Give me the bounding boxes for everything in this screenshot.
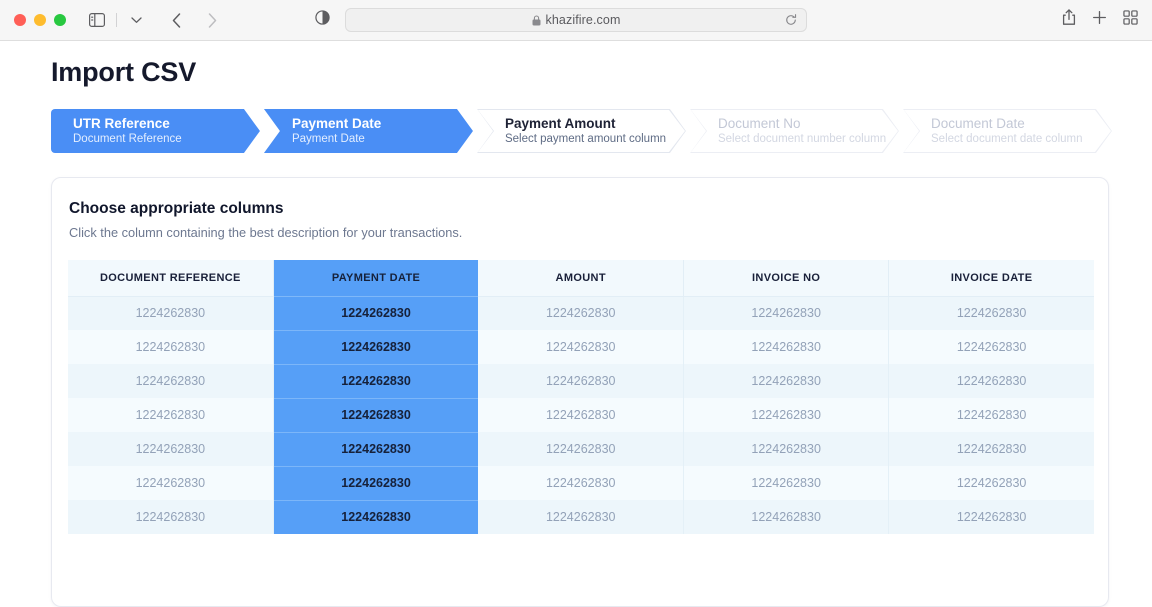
column-header-payment-date[interactable]: PAYMENT DATE (273, 260, 478, 296)
lock-icon (532, 15, 541, 26)
table-cell[interactable]: 1224262830 (68, 466, 273, 500)
table-cell[interactable]: 1224262830 (273, 432, 478, 466)
table-cell[interactable]: 1224262830 (68, 330, 273, 364)
table-row: 1224262830122426283012242628301224262830… (68, 500, 1094, 534)
browser-toolbar: khazifire.com (0, 0, 1152, 41)
table-cell[interactable]: 1224262830 (684, 466, 889, 500)
table-cell[interactable]: 1224262830 (889, 398, 1094, 432)
close-window-button[interactable] (14, 14, 26, 26)
card-subtitle: Click the column containing the best des… (69, 225, 1092, 240)
step-title: Document Date (931, 115, 1112, 132)
table-cell[interactable]: 1224262830 (273, 500, 478, 534)
table-cell[interactable]: 1224262830 (684, 296, 889, 330)
toolbar-divider (116, 13, 117, 27)
step-document-no[interactable]: Document No Select document number colum… (690, 109, 899, 153)
column-header-invoice-no[interactable]: INVOICE NO (684, 260, 889, 296)
step-subtitle: Select document date column (931, 132, 1112, 147)
table-header: DOCUMENT REFERENCEPAYMENT DATEAMOUNTINVO… (68, 260, 1094, 296)
sidebar-toggle-icon[interactable] (84, 8, 110, 32)
table-cell[interactable]: 1224262830 (478, 398, 683, 432)
table-cell[interactable]: 1224262830 (273, 364, 478, 398)
card-title: Choose appropriate columns (69, 200, 1092, 218)
table-cell[interactable]: 1224262830 (478, 296, 683, 330)
table-cell[interactable]: 1224262830 (273, 398, 478, 432)
table-row: 1224262830122426283012242628301224262830… (68, 432, 1094, 466)
table-row: 1224262830122426283012242628301224262830… (68, 364, 1094, 398)
toolbar-right-actions (1062, 9, 1138, 31)
step-title: Payment Amount (505, 115, 686, 132)
step-subtitle: Select document number column (718, 132, 899, 147)
chevron-down-icon[interactable] (123, 8, 149, 32)
column-header-invoice-date[interactable]: INVOICE DATE (889, 260, 1094, 296)
table-cell[interactable]: 1224262830 (684, 364, 889, 398)
step-title: Payment Date (292, 115, 473, 132)
column-header-document-reference[interactable]: DOCUMENT REFERENCE (68, 260, 273, 296)
table-cell[interactable]: 1224262830 (889, 364, 1094, 398)
table-cell[interactable]: 1224262830 (889, 432, 1094, 466)
step-subtitle: Select payment amount column (505, 132, 686, 147)
import-stepper: UTR Reference Document Reference Payment… (51, 109, 1112, 153)
address-bar-container: khazifire.com (345, 8, 807, 32)
table-cell[interactable]: 1224262830 (889, 296, 1094, 330)
table-cell[interactable]: 1224262830 (273, 330, 478, 364)
tab-overview-icon[interactable] (1123, 10, 1138, 30)
plus-icon[interactable] (1092, 10, 1107, 30)
table-body: 1224262830122426283012242628301224262830… (68, 296, 1094, 534)
column-header-amount[interactable]: AMOUNT (478, 260, 683, 296)
shield-privacy-icon[interactable] (315, 10, 330, 30)
table-cell[interactable]: 1224262830 (273, 466, 478, 500)
table-row: 1224262830122426283012242628301224262830… (68, 296, 1094, 330)
table-cell[interactable]: 1224262830 (478, 330, 683, 364)
maximize-window-button[interactable] (54, 14, 66, 26)
page-title: Import CSV (51, 41, 1112, 88)
table-cell[interactable]: 1224262830 (684, 500, 889, 534)
column-chooser-card: Choose appropriate columns Click the col… (51, 177, 1109, 607)
csv-preview-table: DOCUMENT REFERENCEPAYMENT DATEAMOUNTINVO… (68, 260, 1094, 534)
step-utr-reference[interactable]: UTR Reference Document Reference (51, 109, 260, 153)
minimize-window-button[interactable] (34, 14, 46, 26)
table-cell[interactable]: 1224262830 (889, 500, 1094, 534)
table-cell[interactable]: 1224262830 (889, 466, 1094, 500)
table-cell[interactable]: 1224262830 (68, 296, 273, 330)
forward-arrow-icon[interactable] (199, 8, 225, 32)
share-icon[interactable] (1062, 9, 1076, 31)
address-bar-content: khazifire.com (532, 13, 621, 27)
table-cell[interactable]: 1224262830 (68, 432, 273, 466)
url-text: khazifire.com (546, 13, 621, 27)
step-document-date[interactable]: Document Date Select document date colum… (903, 109, 1112, 153)
step-payment-date[interactable]: Payment Date Payment Date (264, 109, 473, 153)
page-content: Import CSV UTR Reference Document Refere… (0, 41, 1152, 607)
table-row: 1224262830122426283012242628301224262830… (68, 466, 1094, 500)
table-header-row: DOCUMENT REFERENCEPAYMENT DATEAMOUNTINVO… (68, 260, 1094, 296)
table-cell[interactable]: 1224262830 (273, 296, 478, 330)
navigation-controls (163, 8, 225, 32)
step-title: UTR Reference (73, 115, 260, 132)
table-cell[interactable]: 1224262830 (684, 432, 889, 466)
table-cell[interactable]: 1224262830 (889, 330, 1094, 364)
table-row: 1224262830122426283012242628301224262830… (68, 398, 1094, 432)
table-cell[interactable]: 1224262830 (684, 330, 889, 364)
table-cell[interactable]: 1224262830 (478, 432, 683, 466)
table-cell[interactable]: 1224262830 (684, 398, 889, 432)
table-cell[interactable]: 1224262830 (478, 466, 683, 500)
address-bar[interactable]: khazifire.com (345, 8, 807, 32)
table-cell[interactable]: 1224262830 (68, 364, 273, 398)
step-title: Document No (718, 115, 899, 132)
sidebar-controls (84, 8, 149, 32)
table-cell[interactable]: 1224262830 (68, 500, 273, 534)
back-arrow-icon[interactable] (163, 8, 189, 32)
table-cell[interactable]: 1224262830 (478, 364, 683, 398)
table-row: 1224262830122426283012242628301224262830… (68, 330, 1094, 364)
step-subtitle: Payment Date (292, 132, 473, 147)
window-traffic-lights (14, 14, 66, 26)
step-payment-amount[interactable]: Payment Amount Select payment amount col… (477, 109, 686, 153)
reload-icon[interactable] (785, 14, 797, 26)
table-cell[interactable]: 1224262830 (478, 500, 683, 534)
step-subtitle: Document Reference (73, 132, 260, 147)
table-cell[interactable]: 1224262830 (68, 398, 273, 432)
